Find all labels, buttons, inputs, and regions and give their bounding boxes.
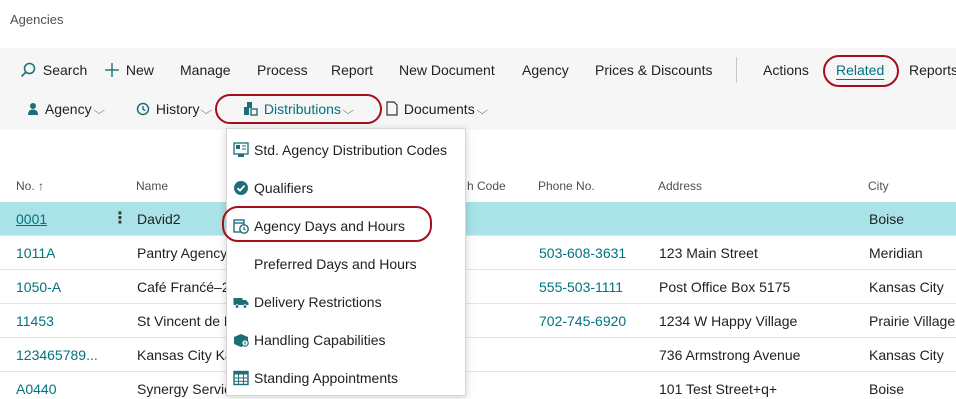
prices-discounts-button[interactable]: Prices & Discounts [595,62,712,78]
row-address: 123 Main Street [659,245,758,261]
column-header-branch-code[interactable]: h Code [467,179,506,193]
report-button[interactable]: Report [331,62,373,78]
table-row[interactable]: A0440 Synergy Servic 101 Test Street+q+ … [0,372,956,399]
chevron-down-icon: ⌵ [200,105,213,117]
menu-item-standing-appointments[interactable]: Standing Appointments [227,359,465,397]
row-name: Pantry Agency [137,245,227,261]
row-no[interactable]: A0440 [16,381,56,397]
documents-menu-label: Documents [403,101,475,117]
table-row[interactable]: 123465789... Kansas City Kar 736 Armstro… [0,338,956,372]
row-no[interactable]: 1011A [16,245,55,261]
table-row[interactable]: 0001 ⋮ David2 Boise [0,202,956,236]
menu-item-std-agency-distribution-codes[interactable]: Std. Agency Distribution Codes [227,131,465,169]
history-menu-label: History [155,101,200,117]
chevron-down-icon: ⌵ [92,105,105,117]
column-header-phone[interactable]: Phone No. [538,179,595,193]
row-no[interactable]: 11453 [16,313,54,329]
distributions-menu-label: Distributions [263,101,341,117]
row-actions-icon[interactable]: ⋮ [112,208,128,228]
new-document-button[interactable]: New Document [399,62,495,78]
row-no[interactable]: 123465789... [16,347,98,363]
row-city: Prairie Village [869,313,956,329]
row-name: David2 [137,211,181,227]
row-city: Kansas City [869,279,944,295]
distribution-codes-icon [233,142,249,157]
menu-item-handling-capabilities[interactable]: Handling Capabilities [227,321,465,359]
agency-menu[interactable]: Agency⌵ [27,101,105,118]
table-row[interactable]: 1011A Pantry Agency 503-608-3631 123 Mai… [0,236,956,270]
menu-item-label: Preferred Days and Hours [254,256,417,272]
menu-item-qualifiers[interactable]: Qualifiers [227,169,465,207]
agency-button[interactable]: Agency [522,62,569,78]
row-address: 1234 W Happy Village [659,313,798,329]
row-name: St Vincent de P [137,313,227,329]
row-address: Post Office Box 5175 [659,279,791,295]
person-icon [28,103,38,115]
row-city: Boise [869,381,905,397]
new-label: New [125,62,154,78]
row-city: Meridian [869,245,923,261]
check-circle-icon [234,181,248,195]
row-name: Synergy Servic [137,381,227,397]
menu-item-label: Std. Agency Distribution Codes [254,142,447,158]
row-address: 736 Armstrong Avenue [659,347,801,363]
search-label: Search [42,62,88,78]
row-phone[interactable]: 503-608-3631 [539,245,626,261]
table-row[interactable]: 1050-A Café Franćé–2 555-503-1111 Post O… [0,270,956,304]
menu-item-preferred-days-and-hours[interactable]: Preferred Days and Hours [227,245,465,283]
row-city: Kansas City [869,347,944,363]
column-header-name[interactable]: Name [136,179,168,193]
reports-button[interactable]: Reports [909,62,956,78]
distribution-icon [244,102,258,116]
history-icon [136,102,150,116]
column-header-city[interactable]: City [868,179,889,193]
search-button[interactable]: Search [20,62,87,78]
row-no[interactable]: 1050-A [16,279,61,295]
search-icon [20,62,36,78]
box-icon [234,334,249,347]
column-header-address[interactable]: Address [658,179,702,193]
grid-calendar-icon [233,370,249,386]
distributions-dropdown: Std. Agency Distribution Codes Qualifier… [226,128,466,396]
truck-icon [233,298,249,309]
row-address: 101 Test Street+q+ [659,381,778,397]
row-name: Kansas City Kar [137,347,227,363]
calendar-clock-icon [233,219,249,234]
chevron-down-icon: ⌵ [342,105,354,117]
distributions-menu[interactable]: Distributions⌵ [243,101,354,118]
related-tab[interactable]: Related [836,62,884,78]
row-city: Boise [869,211,905,227]
menu-item-agency-days-and-hours[interactable]: Agency Days and Hours [227,207,465,245]
chevron-down-icon: ⌵ [476,105,488,117]
plus-icon [105,63,119,77]
menu-item-label: Agency Days and Hours [254,218,405,234]
manage-button[interactable]: Manage [180,62,231,78]
menu-item-label: Standing Appointments [254,370,398,386]
new-button[interactable]: New [104,62,154,78]
menu-item-delivery-restrictions[interactable]: Delivery Restrictions [227,283,465,321]
row-name: Café Franćé–2 [137,279,227,295]
process-button[interactable]: Process [257,62,308,78]
document-icon [386,101,398,116]
agency-menu-label: Agency [44,101,92,117]
history-menu[interactable]: History⌵ [136,101,213,118]
row-phone[interactable]: 702-745-6920 [539,313,626,329]
menu-item-label: Handling Capabilities [254,332,386,348]
page-title: Agencies [10,12,64,27]
table-row[interactable]: 11453 St Vincent de P 702-745-6920 1234 … [0,304,956,338]
documents-menu[interactable]: Documents⌵ [386,101,488,118]
row-phone[interactable]: 555-503-1111 [539,279,623,295]
actions-button[interactable]: Actions [763,62,809,78]
row-no[interactable]: 0001 [16,211,47,227]
menu-item-label: Delivery Restrictions [254,294,382,310]
menu-item-label: Qualifiers [254,180,314,196]
action-bar-divider [736,57,737,83]
column-header-no[interactable]: No. ↑ [16,179,44,193]
